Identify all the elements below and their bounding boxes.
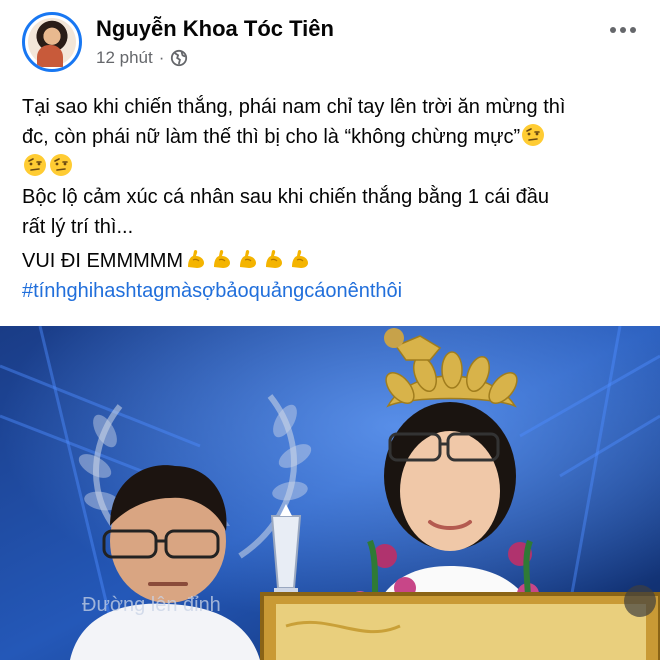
photo-watermark: Đường lên đỉnh: [82, 594, 221, 616]
post-text-line-3: [22, 152, 642, 182]
avatar-image-body: [37, 45, 63, 67]
flexed-biceps-emoji: [188, 249, 205, 268]
post-header: Nguyễn Khoa Tóc Tiên 12 phút ·: [0, 0, 660, 80]
post-text-line-2: đc, còn phái nữ làm thế thì bị cho là “k…: [22, 122, 642, 152]
author-name[interactable]: Nguyễn Khoa Tóc Tiên: [96, 16, 334, 42]
flexed-biceps-emoji: [214, 249, 231, 268]
flexed-biceps-emoji: [292, 249, 309, 268]
globe-icon[interactable]: [170, 49, 188, 67]
more-horizontal-icon[interactable]: [608, 20, 638, 40]
hashtag-link[interactable]: #tínhghihashtagmàsợbảoquảngcáonênthôi: [22, 276, 642, 306]
post-text-line-6: VUI ĐI EMMMMM: [22, 246, 642, 276]
post-text-segment: đc, còn phái nữ làm thế thì bị cho là “k…: [22, 126, 521, 148]
post-meta: 12 phút ·: [96, 48, 188, 68]
post-timestamp[interactable]: 12 phút: [96, 48, 153, 68]
flexed-biceps-emoji: [266, 249, 283, 268]
post-text-line: Tại sao khi chiến thắng, phái nam chỉ ta…: [22, 96, 566, 118]
post-text: Tại sao khi chiến thắng, phái nam chỉ ta…: [22, 92, 642, 306]
post-text-line: Bộc lộ cảm xúc cá nhân sau khi chiến thắ…: [22, 186, 550, 208]
post-photo[interactable]: Đường lên đỉnh: [0, 326, 660, 660]
raised-eyebrow-emoji: [50, 154, 72, 176]
post-text-line: rất lý trí thì...: [22, 216, 134, 238]
meta-separator: ·: [158, 48, 165, 67]
raised-eyebrow-emoji: [522, 124, 545, 146]
raised-eyebrow-emoji: [24, 154, 46, 176]
post-text-segment: VUI ĐI EMMMMM: [22, 250, 184, 272]
avatar[interactable]: [22, 12, 82, 72]
flexed-biceps-emoji: [240, 249, 257, 268]
